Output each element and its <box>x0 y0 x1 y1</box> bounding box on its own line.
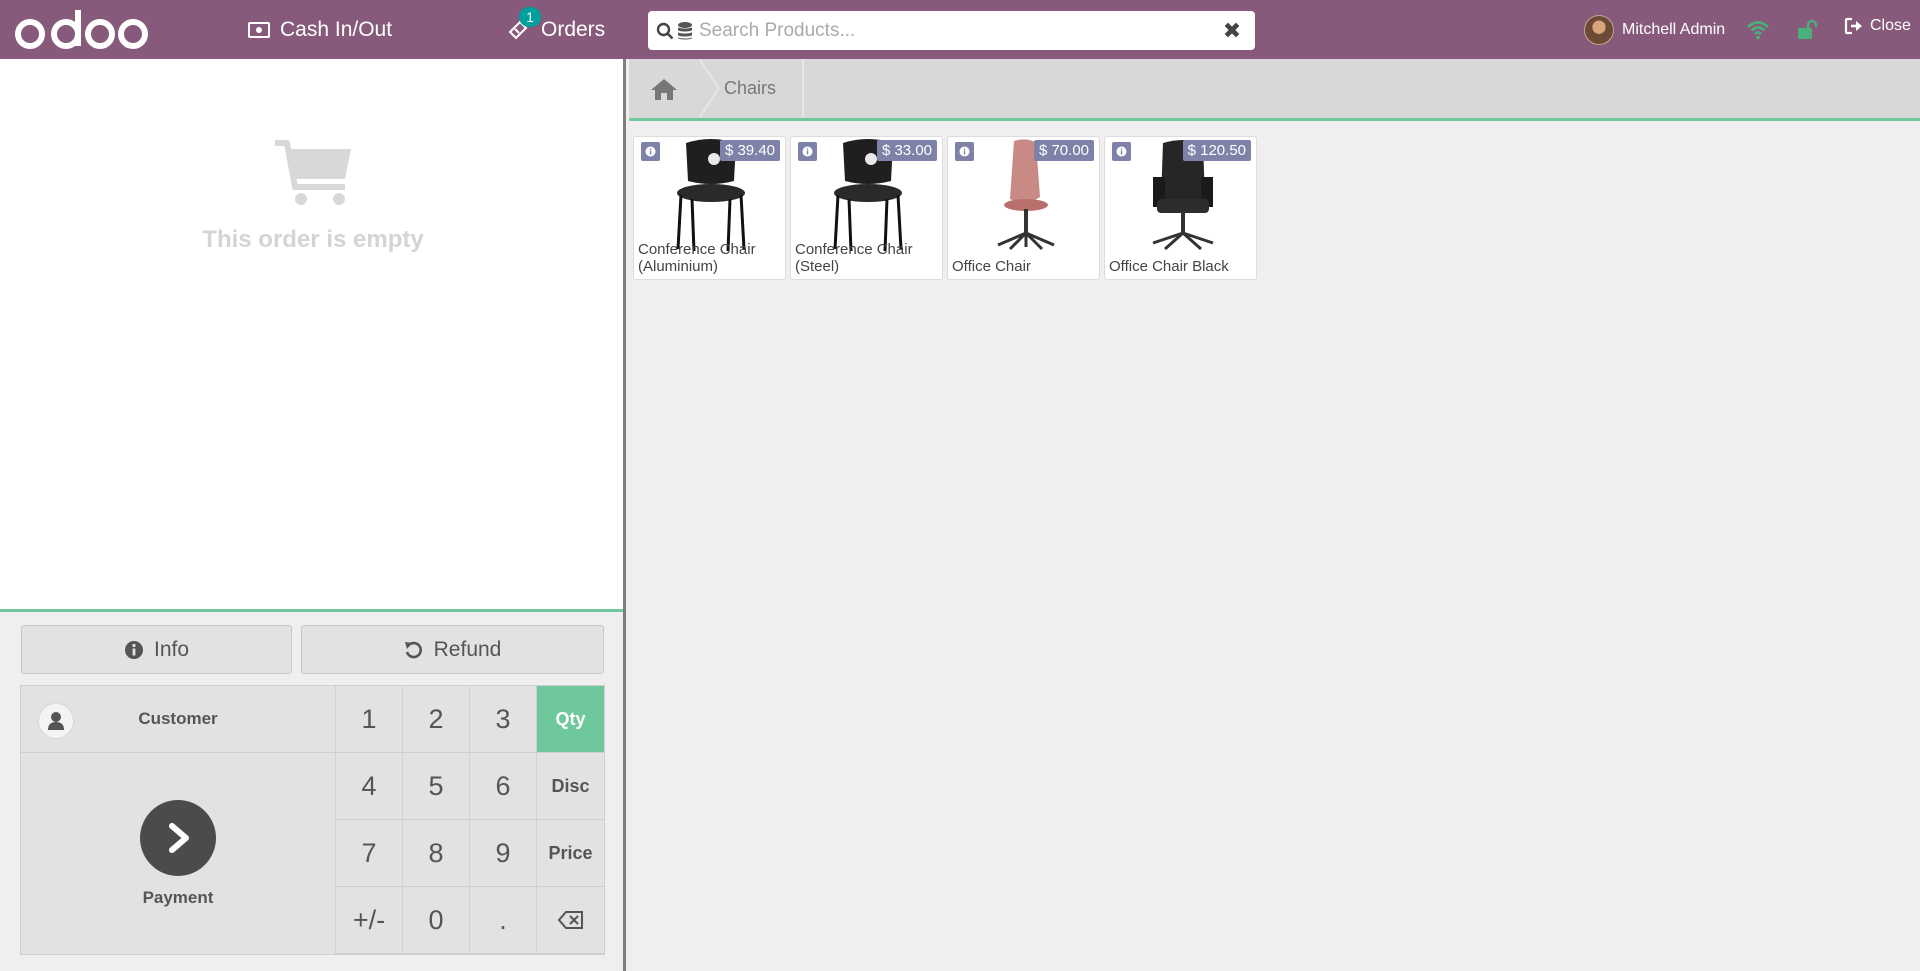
numpad: Customer Payment 1 2 3 4 5 6 7 8 9 +/- 0 <box>20 685 605 955</box>
product-name: Office Chair Black <box>1109 258 1229 275</box>
breadcrumb-separator <box>699 59 719 118</box>
product-card[interactable]: $ 39.40 Conference Chair (Aluminium) <box>633 136 786 280</box>
key-1[interactable]: 1 <box>336 686 403 753</box>
info-icon[interactable] <box>1112 142 1131 161</box>
key-2[interactable]: 2 <box>403 686 470 753</box>
key-plus-minus[interactable]: +/- <box>336 887 403 954</box>
info-icon[interactable] <box>798 142 817 161</box>
info-icon[interactable] <box>955 142 974 161</box>
empty-order: This order is empty <box>0 139 626 254</box>
product-name: Conference Chair (Steel) <box>795 241 913 275</box>
orders-label: Orders <box>541 17 606 41</box>
close-label: Close <box>1870 17 1911 34</box>
cash-in-out-label: Cash In/Out <box>280 17 393 41</box>
sign-out-icon <box>1844 17 1862 35</box>
product-card[interactable]: $ 120.50 Office Chair Black <box>1104 136 1257 280</box>
key-decimal[interactable]: . <box>470 887 537 954</box>
close-button[interactable]: Close <box>1844 17 1911 35</box>
user-name: Mitchell Admin <box>1622 20 1726 38</box>
top-bar: Cash In/Out 1 Orders ✖ Mitchell Admin <box>0 0 1920 59</box>
home-icon <box>651 78 677 100</box>
key-6[interactable]: 6 <box>470 753 537 820</box>
money-bill-icon <box>248 21 270 38</box>
mode-price-button[interactable]: Price <box>537 820 604 887</box>
order-panel: This order is empty Info Refund Customer… <box>0 59 626 971</box>
price-tag: $ 120.50 <box>1182 140 1251 161</box>
product-name: Office Chair <box>952 258 1031 275</box>
price-tag: $ 33.00 <box>876 140 937 161</box>
key-3[interactable]: 3 <box>470 686 537 753</box>
key-7[interactable]: 7 <box>336 820 403 887</box>
user-menu[interactable]: Mitchell Admin <box>1584 14 1725 45</box>
payment-label: Payment <box>142 888 214 907</box>
avatar <box>1584 14 1614 45</box>
undo-icon <box>404 641 422 658</box>
empty-order-text: This order is empty <box>202 226 424 253</box>
price-tag: $ 70.00 <box>1033 140 1094 161</box>
product-name: Conference Chair (Aluminium) <box>638 241 756 275</box>
key-9[interactable]: 9 <box>470 820 537 887</box>
mode-qty-button[interactable]: Qty <box>537 686 604 753</box>
key-0[interactable]: 0 <box>403 887 470 954</box>
breadcrumb-divider <box>802 59 804 118</box>
unlock-icon[interactable] <box>1795 18 1819 42</box>
breadcrumb-chairs[interactable]: Chairs <box>724 59 801 118</box>
info-icon[interactable] <box>641 142 660 161</box>
clear-search-icon[interactable]: ✖ <box>1217 18 1247 44</box>
product-card[interactable]: $ 70.00 Office Chair <box>947 136 1100 280</box>
shopping-cart-icon <box>275 140 351 205</box>
search-input[interactable] <box>693 19 1217 42</box>
database-icon <box>678 21 692 39</box>
key-5[interactable]: 5 <box>403 753 470 820</box>
backspace-icon <box>557 911 583 929</box>
control-panel: Info Refund Customer Payment 1 2 3 4 5 6… <box>0 609 623 971</box>
info-circle-icon <box>124 640 143 659</box>
key-4[interactable]: 4 <box>336 753 403 820</box>
orders-button[interactable]: 1 Orders <box>505 0 605 59</box>
backspace-button[interactable] <box>537 887 604 954</box>
payment-button[interactable]: Payment <box>21 753 336 955</box>
price-tag: $ 39.40 <box>719 140 780 161</box>
user-icon <box>38 703 74 739</box>
product-search-bar: ✖ <box>648 11 1255 50</box>
category-breadcrumb: Chairs <box>629 59 1920 121</box>
search-icon <box>656 22 674 39</box>
cash-in-out-button[interactable]: Cash In/Out <box>248 0 392 59</box>
product-card[interactable]: $ 33.00 Conference Chair (Steel) <box>790 136 943 280</box>
ticket-icon: 1 <box>505 6 541 43</box>
home-button[interactable] <box>629 59 699 118</box>
customer-button[interactable]: Customer <box>21 686 336 753</box>
refund-label: Refund <box>433 637 502 661</box>
odoo-logo <box>15 10 148 49</box>
mode-disc-button[interactable]: Disc <box>537 753 604 820</box>
key-8[interactable]: 8 <box>403 820 470 887</box>
refund-button[interactable]: Refund <box>301 625 604 674</box>
wifi-icon[interactable] <box>1746 18 1770 42</box>
info-button[interactable]: Info <box>21 625 292 674</box>
info-label: Info <box>153 637 190 661</box>
chevron-right-icon <box>140 800 216 876</box>
orders-count-badge: 1 <box>519 6 541 27</box>
